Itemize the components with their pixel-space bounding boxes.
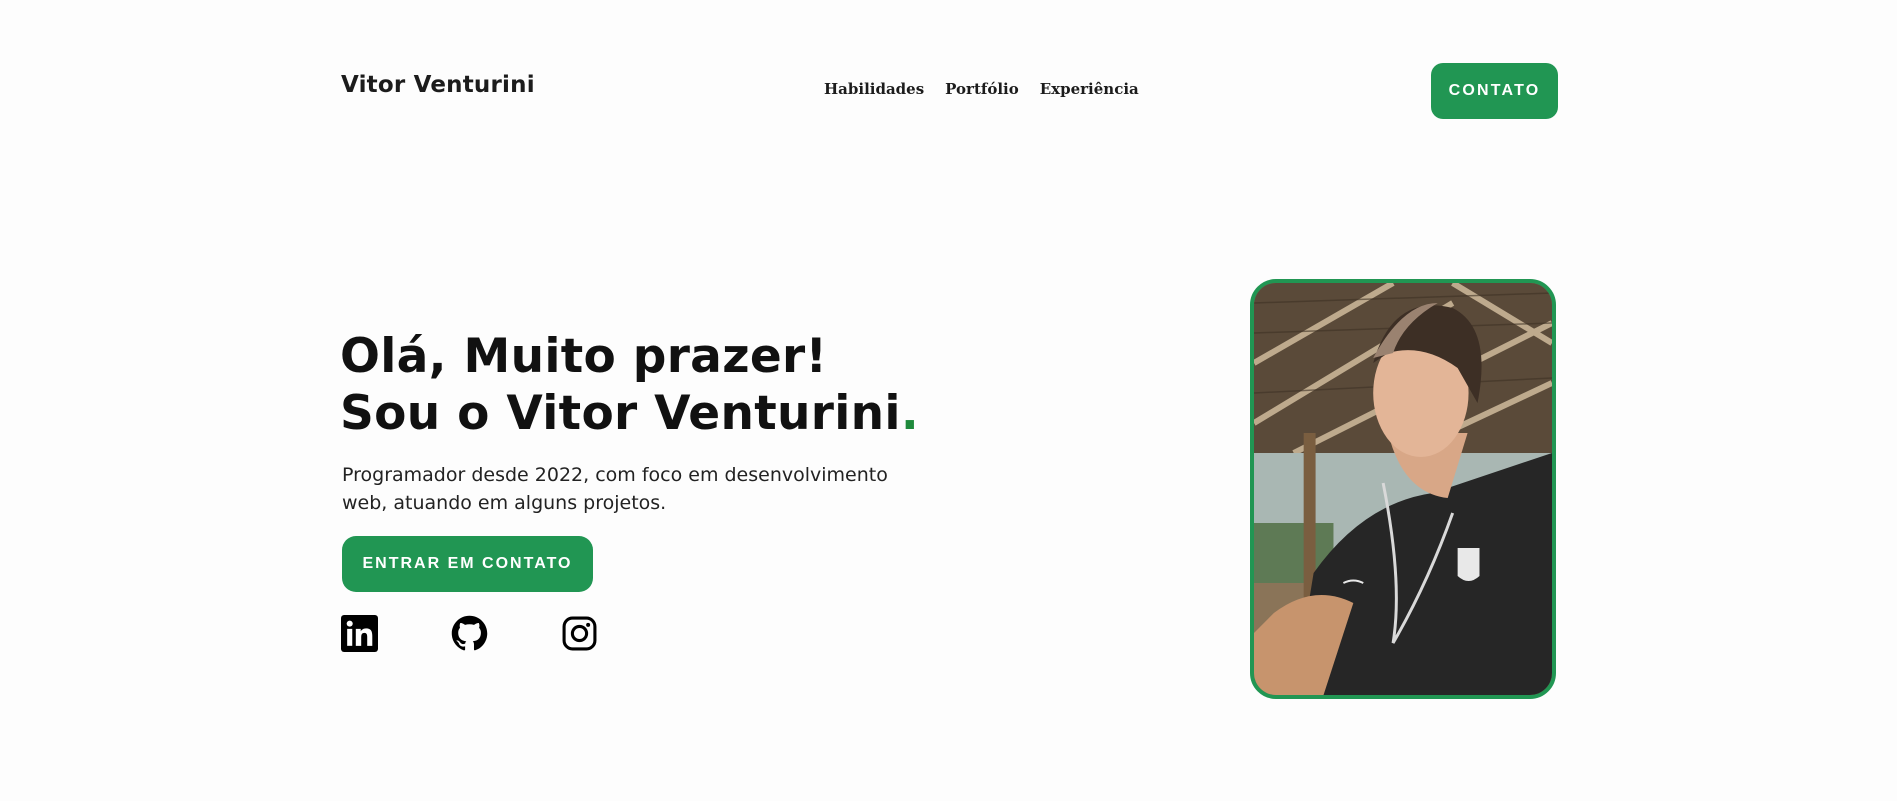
nav-item-portfolio[interactable]: Portfólio bbox=[945, 80, 1019, 98]
main-nav: Habilidades Portfólio Experiência bbox=[824, 80, 1139, 98]
linkedin-icon bbox=[341, 615, 378, 652]
hero-title-dot: . bbox=[900, 386, 919, 441]
brand-logo[interactable]: Vitor Venturini bbox=[341, 72, 535, 98]
contact-button[interactable]: CONTATO bbox=[1431, 63, 1558, 119]
instagram-icon bbox=[562, 616, 597, 651]
hero-title-line2: Sou o Vitor Venturini bbox=[340, 386, 901, 441]
instagram-link[interactable] bbox=[561, 615, 598, 652]
profile-photo bbox=[1250, 279, 1556, 699]
page: Vitor Venturini Habilidades Portfólio Ex… bbox=[0, 0, 1897, 801]
nav-item-experiencia[interactable]: Experiência bbox=[1040, 80, 1139, 98]
linkedin-link[interactable] bbox=[341, 615, 378, 652]
hero-title-line1: Olá, Muito prazer! bbox=[340, 329, 828, 384]
social-links bbox=[341, 615, 598, 652]
github-link[interactable] bbox=[451, 615, 488, 652]
hero-description: Programador desde 2022, com foco em dese… bbox=[342, 464, 888, 514]
profile-photo-illustration bbox=[1254, 283, 1552, 695]
hero-title: Olá, Muito prazer! Sou o Vitor Venturini… bbox=[340, 328, 919, 442]
nav-item-habilidades[interactable]: Habilidades bbox=[824, 80, 924, 98]
github-icon bbox=[451, 615, 488, 651]
cta-contact-button[interactable]: ENTRAR EM CONTATO bbox=[342, 536, 593, 592]
